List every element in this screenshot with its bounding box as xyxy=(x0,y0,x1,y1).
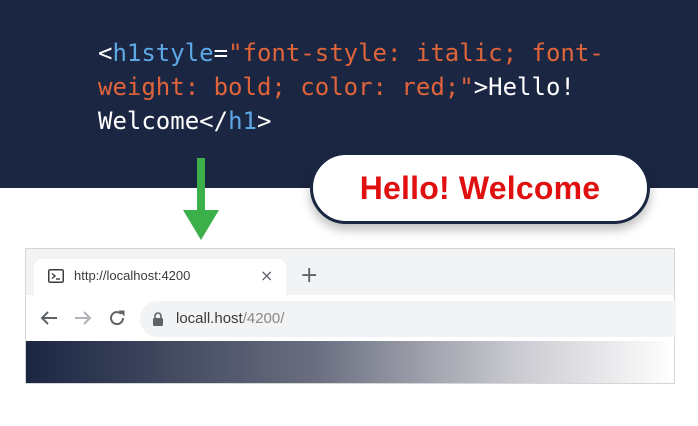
back-arrow-icon[interactable] xyxy=(38,307,60,329)
url-text: locall.host/4200/ xyxy=(176,310,284,327)
code-attribute-value: weight: bold; color: red;" xyxy=(98,73,474,101)
url-host: locall.host xyxy=(176,310,243,327)
rendered-heading: Hello! Welcome xyxy=(359,169,601,206)
code-tag-name: h1style xyxy=(112,39,214,67)
down-arrow-icon xyxy=(183,158,219,240)
reload-icon[interactable] xyxy=(106,307,128,329)
code-line-1: <h1style="font-style: italic; font- xyxy=(98,36,658,70)
code-token: > xyxy=(256,107,272,135)
plus-icon[interactable]: + xyxy=(300,265,318,287)
code-attribute-value: "font-style: italic; font- xyxy=(228,39,604,67)
tab-strip: http://localhost:4200 × + xyxy=(26,249,674,295)
code-token: > xyxy=(473,73,489,101)
url-path: /4200/ xyxy=(242,310,285,327)
code-line-2: weight: bold; color: red;">Hello! xyxy=(98,70,658,104)
browser-toolbar: locall.host/4200/ xyxy=(26,295,676,341)
code-token: < xyxy=(98,39,113,67)
page-viewport xyxy=(26,341,674,383)
browser-tab[interactable]: http://localhost:4200 × xyxy=(34,259,286,295)
code-snippet: <h1style="font-style: italic; font- weig… xyxy=(98,36,658,138)
browser-window: http://localhost:4200 × + locall.host/42… xyxy=(25,248,676,384)
code-token: = xyxy=(213,39,229,67)
lock-icon xyxy=(153,312,163,326)
close-icon[interactable]: × xyxy=(260,266,273,285)
address-bar[interactable]: locall.host/4200/ xyxy=(140,301,676,337)
tab-title: http://localhost:4200 xyxy=(74,268,191,283)
terminal-icon xyxy=(48,269,64,283)
code-text: Hello! xyxy=(488,73,575,101)
code-line-3: Welcome</h1> xyxy=(98,104,658,138)
code-text: Welcome xyxy=(98,107,200,135)
rendered-output-bubble: Hello! Welcome xyxy=(310,152,650,224)
forward-arrow-icon[interactable] xyxy=(72,307,94,329)
code-token: </ xyxy=(199,107,229,135)
code-tag-name: h1 xyxy=(228,107,257,135)
